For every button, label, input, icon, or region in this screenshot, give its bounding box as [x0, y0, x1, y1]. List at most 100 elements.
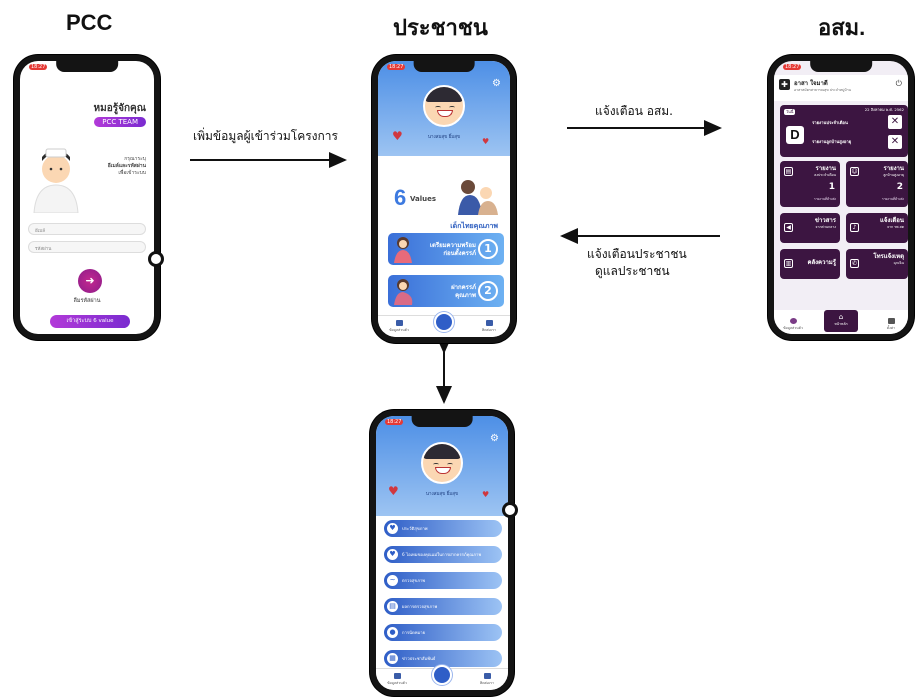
- status-time: 18:27: [783, 64, 802, 70]
- card2-number: 2: [478, 281, 498, 301]
- pregnant-woman-icon: [394, 279, 413, 305]
- card1-number: 1: [478, 239, 498, 259]
- pcc-desc-line2: อีเมล์และรหัสผ่าน: [107, 163, 146, 169]
- pcc-instructions: กรุณาระบุ อีเมล์และรหัสผ่าน เพื่อเข้าระบ…: [66, 156, 146, 177]
- email-field[interactable]: อีเมล์: [28, 223, 146, 235]
- tab-settings[interactable]: ตั้งค่า: [876, 318, 906, 331]
- tab-profile[interactable]: ข้อมูลส่วนตัว: [382, 673, 412, 686]
- tile-monthly-report[interactable]: ▤ รายงาน ลงประจำเดือน 1 รายงานที่ค้างส่ง: [780, 161, 840, 207]
- tab-settings-label: ตั้งค่า: [886, 326, 896, 330]
- close-icon[interactable]: ✕: [888, 135, 902, 149]
- pcc-heading: หมอรู้จักคุณ: [93, 103, 146, 114]
- tile-knowledge[interactable]: ▥ คลังความรู้: [780, 249, 840, 279]
- tile-emergency-call[interactable]: ✆ โทรแจ้งเหตุ ฉุกเฉิน: [846, 249, 908, 279]
- tile-footer: รายงานที่ค้างส่ง: [814, 197, 836, 201]
- pcc-team-badge: PCC TEAM: [94, 117, 146, 127]
- tab-profile-label: ข้อมูลส่วนตัว: [783, 326, 803, 330]
- document-icon: ▤: [387, 601, 398, 612]
- balloon-icon: ♥: [388, 484, 399, 498]
- menu-label: 6 ไอเทมของคุณแม่ในการฝากครรภ์คุณภาพ: [402, 552, 482, 557]
- close-icon[interactable]: ✕: [888, 115, 902, 129]
- card-antenatal[interactable]: ฝากครรภ์ คุณภาพ 2: [388, 275, 504, 307]
- login-button[interactable]: เข้าสู่ระบบ 6 value: [50, 315, 130, 328]
- status-time: 18:27: [387, 64, 406, 70]
- pcc-desc-line1: กรุณาระบุ: [124, 156, 146, 162]
- d-logo-icon: D: [786, 126, 804, 144]
- tile-notifications[interactable]: ♪ แจ้งเตือน จาก รพ.สต: [846, 213, 908, 243]
- home-icon[interactable]: [434, 312, 454, 332]
- menu-appointments[interactable]: ● การนัดหมาย: [384, 624, 502, 641]
- balloon-icon: ♥: [392, 129, 403, 143]
- heart-icon: ♥: [387, 523, 398, 534]
- menu-checkup[interactable]: ~ ตรวจสุขภาพ: [384, 572, 502, 589]
- profile-icon: [395, 320, 403, 326]
- tile-label: แจ้งเตือน: [880, 217, 904, 224]
- card2-label-line2: คุณภาพ: [455, 292, 476, 299]
- citizen-phone: 18:27 ⚙ นางสมสุข ยิ้มสุข ♥ ♥ 6 Values เด…: [372, 55, 516, 343]
- tile-news[interactable]: ◀ ข่าวสาร จากส่วนกลาง: [780, 213, 840, 243]
- contact-icon: [485, 320, 493, 326]
- caption-osm-to-citizen-1: แจ้งเตือนประชาชน: [587, 247, 687, 261]
- pulse-icon: ~: [387, 575, 398, 586]
- osm-phone: 18:27 ✚ อาสา ใจมาดี อาสาสมัครสาธารณสุข ป…: [768, 55, 914, 340]
- home-icon[interactable]: [432, 665, 452, 685]
- gear-icon: [887, 318, 895, 324]
- tile-sublabel: ฉุกเฉิน: [893, 261, 904, 265]
- tile-footer: รายงานที่ค้างส่ง: [882, 197, 904, 201]
- news-icon: ▦: [387, 653, 398, 664]
- book-icon: ▥: [784, 259, 793, 268]
- card-pre-pregnancy[interactable]: เตรียมความพร้อม ก่อนตั้งครรภ์ 1: [388, 233, 504, 265]
- pcc-phone: 18:27 หมอรู้จักคุณ PCC TEAM กรุณาระบุ อี…: [14, 55, 164, 340]
- citizen-screen: 18:27 ⚙ นางสมสุข ยิ้มสุข ♥ ♥ 6 Values เด…: [378, 61, 510, 337]
- tab-contact-label: ติดต่อเรา: [482, 328, 496, 332]
- caption-pcc-to-citizen: เพิ่มข้อมูลผู้เข้าร่วมโครงการ: [193, 129, 338, 143]
- login-icon[interactable]: ➜: [78, 269, 102, 293]
- today-date: 22 สิงหาคม พ.ศ. 2562: [864, 107, 904, 112]
- password-field[interactable]: รหัสผ่าน: [28, 241, 146, 253]
- menu-health-history[interactable]: ♥ ประวัติสุขภาพ: [384, 520, 502, 537]
- plus-logo-icon: ✚: [779, 79, 790, 90]
- tile-elderly-report[interactable]: ☺ รายงาน ลูกบ้านสูงอายุ 2 รายงานที่ค้างส่…: [846, 161, 908, 207]
- elderly-report-line: รายงานลูกบ้านสูงอายุ: [812, 139, 852, 144]
- tab-home[interactable]: ⌂ หน้าหลัก: [824, 310, 858, 332]
- home-icon: ⌂: [838, 313, 844, 321]
- woman-icon: [394, 237, 412, 263]
- tab-contact[interactable]: ติดต่อเรา: [474, 320, 504, 333]
- power-icon[interactable]: ⏻: [896, 79, 902, 89]
- tab-contact[interactable]: ติดต่อเรา: [472, 673, 502, 686]
- balloon-icon: ♥: [482, 137, 490, 146]
- people-icon: ●: [387, 627, 398, 638]
- values-caption: เด็กไทยคุณภาพ: [450, 222, 498, 230]
- status-time: 18:27: [385, 419, 404, 425]
- tile-sublabel: จากส่วนกลาง: [815, 225, 836, 229]
- osm-header: ✚ อาสา ใจมาดี อาสาสมัครสาธารณสุข ประจำหม…: [774, 75, 908, 101]
- status-time: 18:27: [29, 64, 48, 70]
- tab-profile-label: ข้อมูลส่วนตัว: [387, 681, 407, 685]
- citizen-menu-screen: 18:27 ⚙ นางสมสุข ยิ้มสุข ♥ ♥ ♥ ประวัติสุข…: [376, 416, 508, 690]
- menu-six-items[interactable]: ♥ 6 ไอเทมของคุณแม่ในการฝากครรภ์คุณภาพ: [384, 546, 502, 563]
- tab-profile[interactable]: ข้อมูลส่วนตัว: [384, 320, 414, 333]
- tab-profile[interactable]: ข้อมูลส่วนตัว: [778, 318, 808, 331]
- monthly-report-line: รายงานประจำเดือน: [812, 120, 848, 125]
- heart-icon: ♥: [387, 549, 398, 560]
- settings-gear-icon[interactable]: ⚙: [492, 79, 502, 89]
- tile-label: ข่าวสาร: [814, 217, 836, 224]
- avatar: [423, 85, 465, 127]
- card1-label-line1: เตรียมความพร้อม: [429, 242, 476, 249]
- tile-label: โทรแจ้งเหตุ: [873, 253, 904, 260]
- menu-checkup-results[interactable]: ▤ ผลการตรวจสุขภาพ: [384, 598, 502, 615]
- card2-label-line1: ฝากครรภ์: [451, 284, 476, 291]
- assistive-touch-icon[interactable]: [502, 502, 518, 518]
- caption-osm-to-citizen-2: ดูแลประชาชน: [595, 264, 670, 278]
- today-chip: วันนี้: [784, 109, 796, 115]
- balloon-icon: ♥: [482, 490, 490, 499]
- assistive-touch-icon[interactable]: [148, 251, 164, 267]
- osm-user-subtitle: อาสาสมัครสาธารณสุข ประจำหมู่บ้าน: [794, 88, 851, 92]
- menu-label: ผลการตรวจสุขภาพ: [402, 604, 438, 609]
- six-values-banner: 6 Values เด็กไทยคุณภาพ: [388, 171, 504, 231]
- menu-label: ข่าวประชาสัมพันธ์: [402, 656, 436, 661]
- mother-child-illustration: [458, 180, 498, 215]
- settings-gear-icon[interactable]: ⚙: [490, 434, 500, 444]
- forgot-password-link[interactable]: ลืมรหัสผ่าน: [20, 297, 154, 305]
- card1-label-line2: ก่อนตั้งครรภ์: [443, 250, 476, 257]
